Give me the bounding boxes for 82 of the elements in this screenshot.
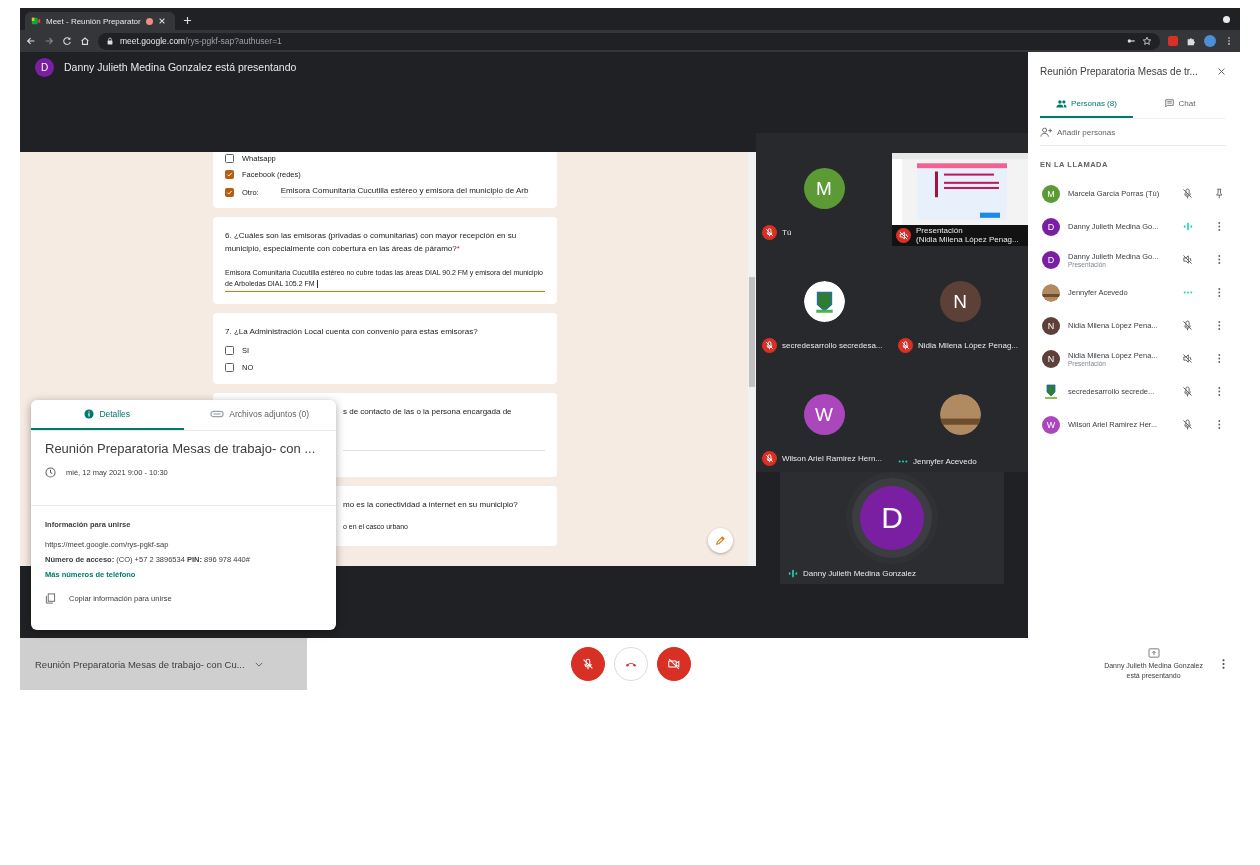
muted-mic-icon bbox=[581, 657, 595, 671]
other-answer-field[interactable]: Emisora Comunitaria Cucutilla estéreo y emisora del municipio de Arb bbox=[280, 186, 529, 198]
avatar: W bbox=[803, 394, 845, 435]
key-icon[interactable] bbox=[1126, 36, 1136, 46]
logo-placeholder bbox=[1042, 382, 1060, 401]
avatar: N bbox=[1042, 349, 1060, 368]
panel-tab[interactable]: Chat bbox=[1133, 90, 1226, 118]
plus-icon[interactable] bbox=[183, 16, 192, 25]
muted-mic-icon[interactable] bbox=[1181, 187, 1195, 200]
present-screen-icon[interactable] bbox=[1147, 647, 1160, 658]
details-tab[interactable]: Detalles bbox=[31, 400, 184, 430]
pencil-icon bbox=[715, 535, 726, 546]
panel-tab[interactable]: Personas (8) bbox=[1040, 90, 1133, 118]
puzzle-icon[interactable] bbox=[1186, 36, 1196, 46]
chevron-down-icon bbox=[254, 661, 263, 667]
muted-speaker-icon[interactable] bbox=[1181, 253, 1195, 266]
lock-icon bbox=[106, 37, 114, 45]
pin-icon[interactable] bbox=[1213, 187, 1226, 200]
details-tab[interactable]: Archivos adjuntos (0) bbox=[183, 400, 336, 430]
meeting-details-button[interactable]: Reunión Preparatoria Mesas de trabajo- con Cu... bbox=[20, 638, 307, 690]
participant-name: Tú bbox=[782, 228, 792, 237]
camera-off-icon bbox=[667, 657, 681, 671]
checkbox[interactable] bbox=[225, 154, 234, 163]
people-icon bbox=[1056, 98, 1068, 108]
participant-name: secredesarrollo secredesa... bbox=[782, 341, 883, 350]
edit-button[interactable] bbox=[708, 528, 733, 553]
avatar: W bbox=[1042, 415, 1060, 434]
avatar: D bbox=[1042, 250, 1060, 269]
avatar: N bbox=[939, 281, 981, 322]
microphone-button[interactable] bbox=[571, 647, 605, 681]
add-people-button[interactable]: Añadir personas bbox=[1040, 119, 1226, 146]
tab-title: Meet - Reunión Preparator bbox=[46, 16, 141, 26]
chat-icon bbox=[1163, 98, 1175, 108]
url-text: meet.google.com/rys-pgkf-sap?authuser=1 bbox=[120, 36, 282, 46]
scrollbar[interactable] bbox=[748, 152, 756, 566]
question-text: mo es la conectividad a internet en su municipio? bbox=[343, 499, 519, 511]
checkbox[interactable] bbox=[225, 187, 234, 197]
more-vertical-icon[interactable] bbox=[1221, 658, 1226, 670]
clock-icon bbox=[45, 467, 56, 478]
muted-speaker-icon[interactable] bbox=[1181, 352, 1195, 365]
meeting-title: Reunión Preparatoria Mesas de trabajo- con ... bbox=[45, 441, 317, 456]
muted-mic-icon[interactable] bbox=[1181, 385, 1195, 398]
logo-placeholder bbox=[803, 281, 845, 322]
avatar: M bbox=[1042, 184, 1060, 203]
home-icon[interactable] bbox=[80, 36, 90, 46]
checkbox[interactable] bbox=[225, 170, 234, 179]
back-arrow-icon[interactable] bbox=[26, 36, 36, 46]
participant-name: Wilson Ariel Ramirez Hern... bbox=[782, 454, 883, 463]
browser-tab[interactable]: Meet - Reunión Preparator bbox=[25, 12, 175, 30]
close-icon[interactable] bbox=[1217, 66, 1226, 76]
presenter-banner-text: Danny Julieth Medina Gonzalez está presentando bbox=[64, 61, 297, 73]
recording-dot-icon bbox=[145, 17, 153, 25]
checkbox[interactable] bbox=[225, 363, 234, 372]
question-text: s de contacto de las o la persona encargada de bbox=[343, 406, 513, 418]
star-icon[interactable] bbox=[1142, 36, 1152, 46]
paperclip-icon bbox=[210, 410, 225, 418]
photo-placeholder bbox=[939, 394, 981, 435]
address-bar[interactable]: meet.google.com/rys-pgkf-sap?authuser=1 bbox=[98, 32, 1160, 50]
reload-icon[interactable] bbox=[62, 36, 72, 46]
question-text: 6. ¿Cuáles son las emisoras (privadas o comunitarias) con mayor recepción en su municipio, especialmente con cobertura en las áreas de páramo?* bbox=[225, 230, 518, 255]
participant-name: Jennyfer Acevedo bbox=[913, 457, 977, 466]
participant-name: Nidia Milena López Penag... bbox=[918, 341, 1019, 350]
record-circle-icon bbox=[1223, 16, 1230, 23]
avatar: M bbox=[803, 168, 845, 209]
add-person-icon bbox=[1040, 127, 1053, 137]
forward-arrow-icon[interactable] bbox=[44, 36, 54, 46]
participant-name: Danny Julieth Medina Gonzalez bbox=[803, 569, 916, 578]
camera-logo-icon bbox=[31, 16, 41, 26]
participant-name: Presentación (Nidia Milena López Penag... bbox=[916, 226, 1019, 244]
info-icon bbox=[84, 409, 95, 419]
copy-icon bbox=[45, 593, 56, 604]
avatar: D bbox=[35, 57, 54, 77]
camera-button[interactable] bbox=[657, 647, 691, 681]
panel-title: Reunión Preparatoria Mesas de tr... bbox=[1040, 65, 1198, 77]
muted-mic-icon[interactable] bbox=[1181, 319, 1195, 332]
avatar: N bbox=[1042, 316, 1060, 335]
question-text: 7. ¿La Administración Local cuenta con convenio para estas emisoras? bbox=[225, 326, 479, 338]
checkbox[interactable] bbox=[225, 346, 234, 355]
profile-avatar[interactable] bbox=[1204, 35, 1216, 47]
photo-placeholder bbox=[1042, 283, 1060, 302]
avatar: D bbox=[1042, 217, 1060, 236]
muted-mic-icon[interactable] bbox=[1181, 418, 1195, 431]
